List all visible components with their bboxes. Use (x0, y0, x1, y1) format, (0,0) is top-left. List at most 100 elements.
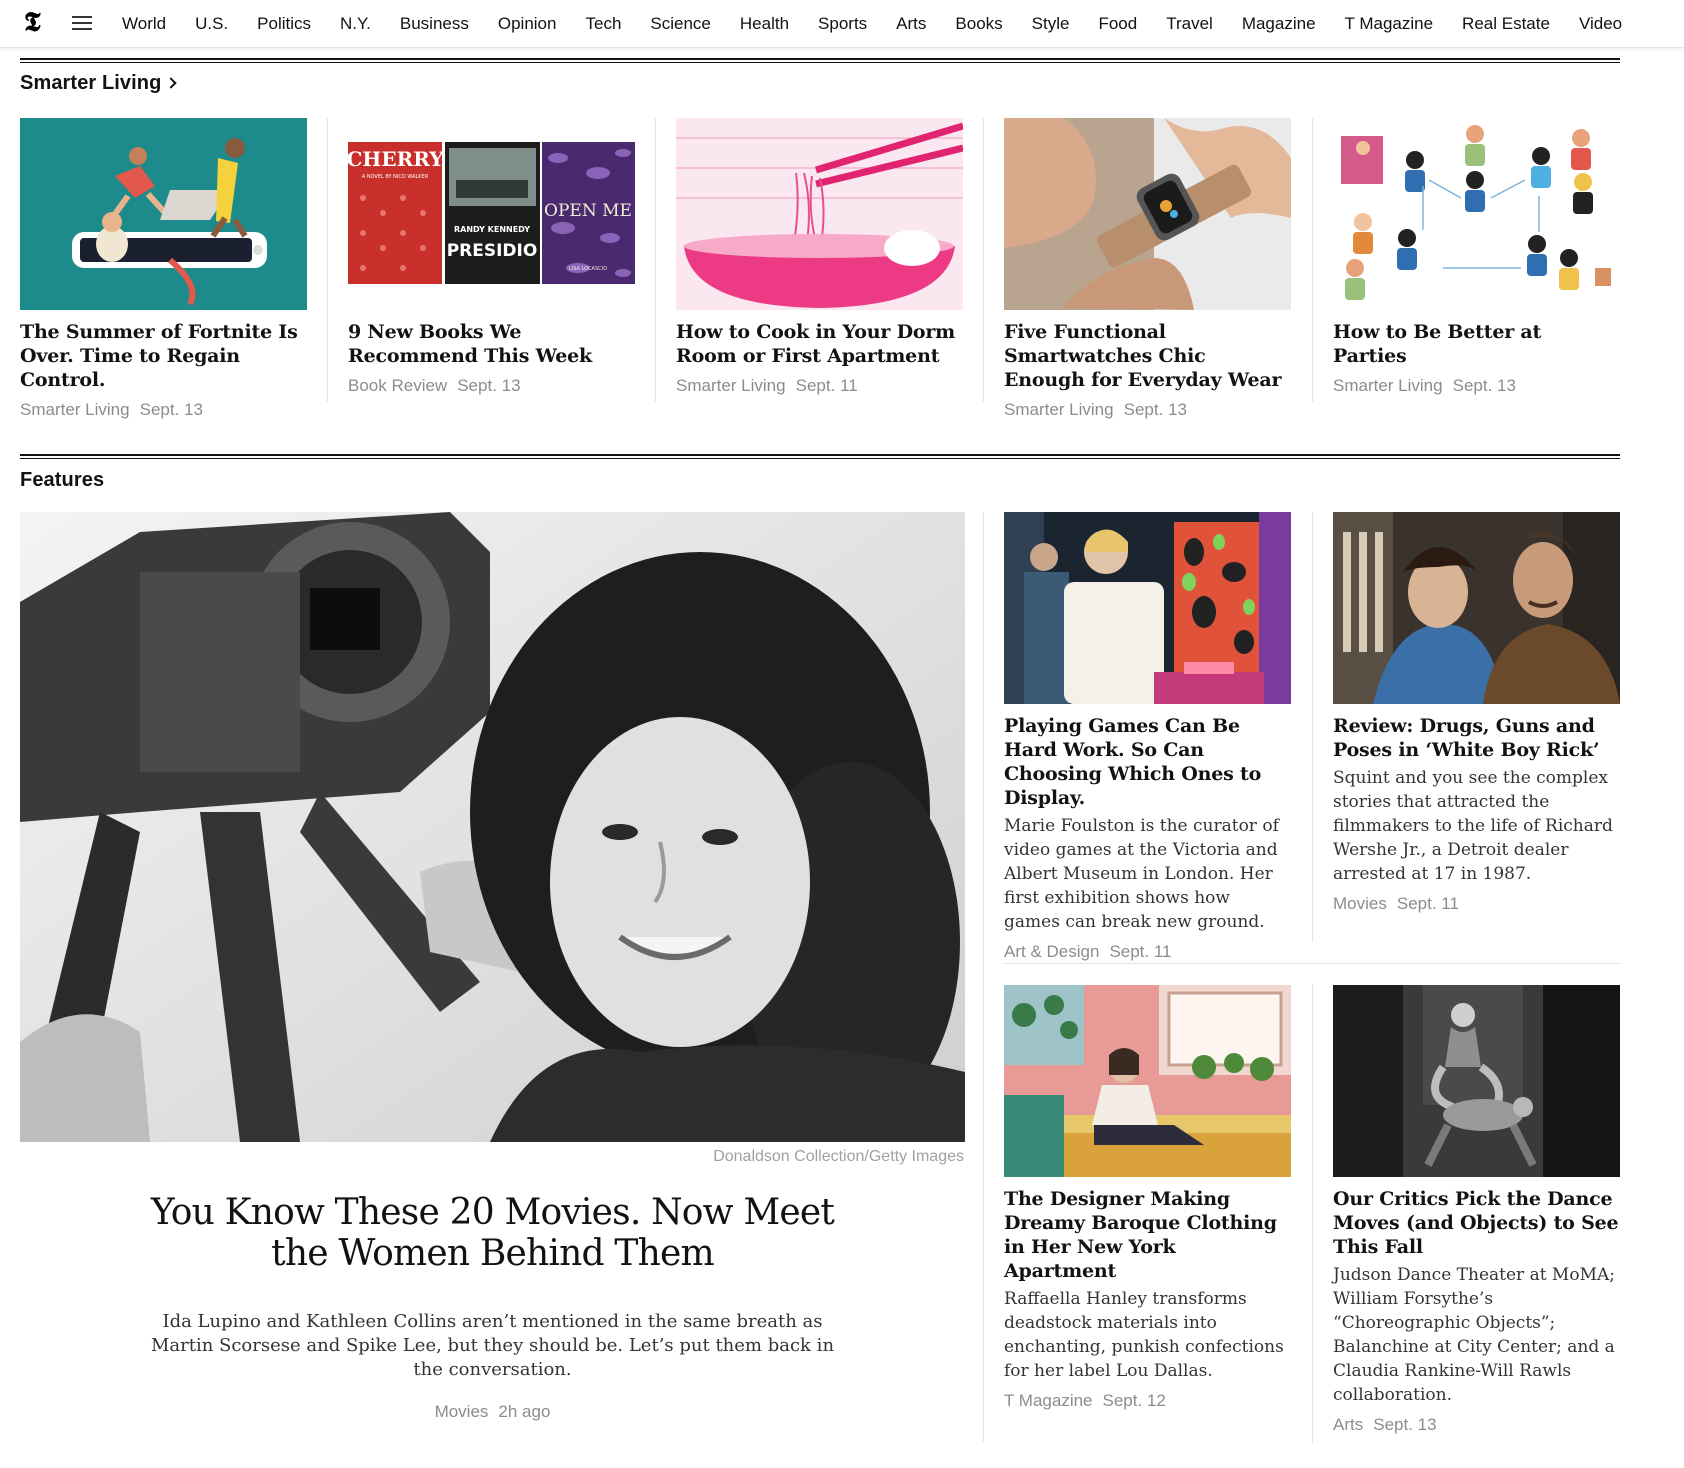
nav-link-magazine[interactable]: Magazine (1242, 14, 1316, 34)
section-title-smarter-living[interactable]: Smarter Living (20, 72, 178, 95)
card-section[interactable]: Arts (1333, 1415, 1363, 1434)
nav-link-ny[interactable]: N.Y. (340, 14, 371, 34)
card-section[interactable]: Movies (435, 1402, 489, 1421)
column-divider (1312, 118, 1313, 402)
nav-link-style[interactable]: Style (1032, 14, 1070, 34)
card-headline[interactable]: 9 New Books We Recommend This Week (348, 320, 635, 368)
section-rule (20, 454, 1620, 459)
card-date: Sept. 13 (457, 376, 521, 395)
card-meta: Arts Sept. 13 (1333, 1415, 1620, 1435)
card-section[interactable]: T Magazine (1004, 1391, 1093, 1410)
column-divider (1312, 985, 1313, 1443)
nav-link-business[interactable]: Business (400, 14, 469, 34)
card-meta: Smarter Living Sept. 11 (676, 376, 963, 396)
nav-link-video[interactable]: Video (1579, 14, 1622, 34)
article-card[interactable]: The Summer of Fortnite Is Over. Time to … (20, 118, 307, 420)
article-card[interactable]: Playing Games Can Be Hard Work. So Can C… (1004, 512, 1291, 962)
nav-link-arts[interactable]: Arts (896, 14, 926, 34)
book-covers[interactable]: CHERRY A NOVEL BY NICO WALKER RANDY KENN… (348, 118, 635, 310)
article-card[interactable]: How to Be Better at Parties Smarter Livi… (1333, 118, 1620, 396)
row-divider (1004, 963, 1620, 964)
card-meta: Smarter Living Sept. 13 (1004, 400, 1291, 420)
menu-icon[interactable] (72, 16, 92, 31)
card-headline[interactable]: Playing Games Can Be Hard Work. So Can C… (1004, 714, 1291, 810)
book-cover-subtitle: RANDY KENNEDY (454, 225, 530, 234)
card-date: Sept. 11 (795, 376, 858, 395)
book-cover-subtitle: LISA LOCASCIO (569, 266, 607, 272)
section-nav: World U.S. Politics N.Y. Business Opinio… (122, 0, 1651, 48)
photo-credit: Donaldson Collection/Getty Images (713, 1148, 964, 1165)
article-card[interactable]: The Designer Making Dreamy Baroque Cloth… (1004, 985, 1291, 1411)
nav-link-us[interactable]: U.S. (195, 14, 228, 34)
nav-link-food[interactable]: Food (1098, 14, 1137, 34)
card-headline[interactable]: How to Be Better at Parties (1333, 320, 1620, 368)
book-cover-subtitle: A NOVEL BY NICO WALKER (362, 174, 429, 180)
section-title-features[interactable]: Features (20, 469, 104, 492)
card-headline[interactable]: Review: Drugs, Guns and Poses in ‘White … (1333, 714, 1620, 762)
nav-link-t-magazine[interactable]: T Magazine (1345, 14, 1434, 34)
section-title-label: Smarter Living (20, 72, 162, 94)
lead-photo[interactable] (20, 512, 965, 1142)
nav-link-world[interactable]: World (122, 14, 166, 34)
section-rule (20, 58, 1620, 63)
article-card[interactable]: CHERRY A NOVEL BY NICO WALKER RANDY KENN… (348, 118, 635, 396)
column-divider (983, 118, 984, 402)
article-card[interactable]: Five Functional Smartwatches Chic Enough… (1004, 118, 1291, 420)
card-summary: Squint and you see the complex stories t… (1333, 768, 1613, 884)
article-card[interactable]: How to Cook in Your Dorm Room or First A… (676, 118, 963, 396)
card-section[interactable]: Art & Design (1004, 942, 1099, 961)
lead-summary: Ida Lupino and Kathleen Collins aren’t m… (150, 1311, 835, 1380)
column-divider (327, 118, 328, 402)
card-date: 2h ago (498, 1402, 551, 1421)
card-date: Sept. 13 (1373, 1415, 1437, 1434)
nav-link-politics[interactable]: Politics (257, 14, 311, 34)
nav-link-tech[interactable]: Tech (585, 14, 621, 34)
card-meta: Art & Design Sept. 11 (1004, 942, 1291, 962)
card-meta: Smarter Living Sept. 13 (1333, 376, 1620, 396)
designer-apartment-photo[interactable] (1004, 985, 1291, 1177)
noodle-bowl-illustration[interactable] (676, 118, 963, 310)
fortnite-illustration[interactable] (20, 118, 307, 310)
book-cover-title: CHERRY (348, 147, 444, 171)
card-summary: Judson Dance Theater at MoMA; William Fo… (1333, 1265, 1615, 1405)
nyt-logo[interactable]: 𝕿 (24, 8, 46, 38)
card-date: Sept. 13 (1452, 376, 1516, 395)
article-card[interactable]: Review: Drugs, Guns and Poses in ‘White … (1333, 512, 1620, 914)
nav-link-books[interactable]: Books (955, 14, 1002, 34)
nav-link-opinion[interactable]: Opinion (498, 14, 557, 34)
card-meta: Smarter Living Sept. 13 (20, 400, 307, 420)
dance-photo[interactable] (1333, 985, 1620, 1177)
chevron-right-icon (165, 77, 178, 89)
card-date: Sept. 12 (1102, 1391, 1166, 1410)
card-date: Sept. 11 (1396, 894, 1459, 913)
nav-link-travel[interactable]: Travel (1166, 14, 1213, 34)
card-meta: T Magazine Sept. 12 (1004, 1391, 1291, 1411)
card-headline[interactable]: Five Functional Smartwatches Chic Enough… (1004, 320, 1291, 392)
card-meta: Movies Sept. 11 (1333, 894, 1620, 914)
smartwatch-photo[interactable] (1004, 118, 1291, 310)
card-date: Sept. 11 (1109, 942, 1172, 961)
card-headline[interactable]: Our Critics Pick the Dance Moves (and Ob… (1333, 1187, 1620, 1259)
nav-link-real-estate[interactable]: Real Estate (1462, 14, 1550, 34)
card-headline[interactable]: The Designer Making Dreamy Baroque Cloth… (1004, 1187, 1291, 1283)
card-section[interactable]: Book Review (348, 376, 447, 395)
nav-link-sports[interactable]: Sports (818, 14, 867, 34)
card-section[interactable]: Smarter Living (1333, 376, 1443, 395)
card-meta: Book Review Sept. 13 (348, 376, 635, 396)
card-summary: Raffaella Hanley transforms deadstock ma… (1004, 1289, 1284, 1381)
card-headline[interactable]: The Summer of Fortnite Is Over. Time to … (20, 320, 307, 392)
card-headline[interactable]: How to Cook in Your Dorm Room or First A… (676, 320, 963, 368)
nav-link-science[interactable]: Science (650, 14, 710, 34)
card-section[interactable]: Smarter Living (1004, 400, 1114, 419)
video-games-exhibit-photo[interactable] (1004, 512, 1291, 704)
nav-link-health[interactable]: Health (740, 14, 789, 34)
white-boy-rick-still[interactable] (1333, 512, 1620, 704)
lead-headline[interactable]: You Know These 20 Movies. Now Meet the W… (120, 1192, 865, 1274)
card-section[interactable]: Smarter Living (676, 376, 786, 395)
card-section[interactable]: Movies (1333, 894, 1387, 913)
party-people-illustration[interactable] (1333, 118, 1620, 310)
column-divider (1312, 512, 1313, 942)
article-card[interactable]: Our Critics Pick the Dance Moves (and Ob… (1333, 985, 1620, 1435)
card-section[interactable]: Smarter Living (20, 400, 130, 419)
card-date: Sept. 13 (139, 400, 203, 419)
